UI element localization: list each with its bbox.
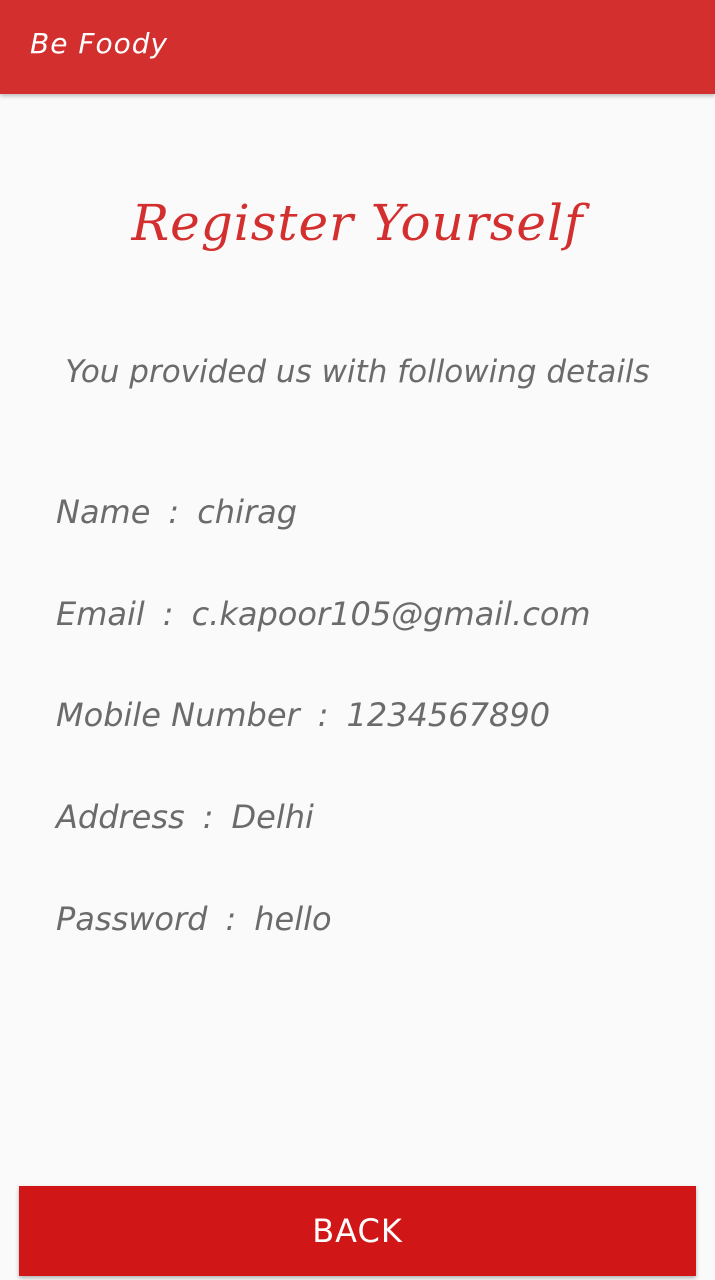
- detail-row-password: Password: hello: [56, 897, 332, 941]
- detail-value-password: hello: [254, 900, 332, 938]
- detail-separator: :: [168, 493, 180, 531]
- detail-separator: :: [162, 595, 174, 633]
- back-button[interactable]: BACK: [19, 1186, 696, 1276]
- detail-value-email: c.kapoor105@gmail.com: [191, 595, 591, 633]
- app-bar: Be Foody: [0, 0, 715, 94]
- detail-label-email: Email: [56, 595, 145, 633]
- detail-row-email: Email: c.kapoor105@gmail.com: [56, 592, 591, 636]
- detail-separator: :: [202, 798, 214, 836]
- detail-label-name: Name: [56, 493, 151, 531]
- detail-label-password: Password: [56, 900, 208, 938]
- detail-value-mobile: 1234567890: [346, 696, 551, 734]
- detail-row-mobile: Mobile Number:1234567890: [56, 693, 550, 737]
- detail-label-mobile: Mobile Number: [56, 696, 300, 734]
- detail-row-address: Address: Delhi: [56, 795, 314, 839]
- detail-value-address: Delhi: [231, 798, 314, 836]
- detail-value-name: chirag: [197, 493, 298, 531]
- detail-separator: :: [317, 696, 329, 734]
- detail-row-name: Name: chirag: [56, 490, 297, 534]
- detail-label-address: Address: [56, 798, 185, 836]
- app-title: Be Foody: [30, 27, 169, 60]
- detail-separator: :: [225, 900, 237, 938]
- page-subtitle: You provided us with following details: [65, 354, 650, 390]
- page-title: Register Yourself: [131, 194, 584, 252]
